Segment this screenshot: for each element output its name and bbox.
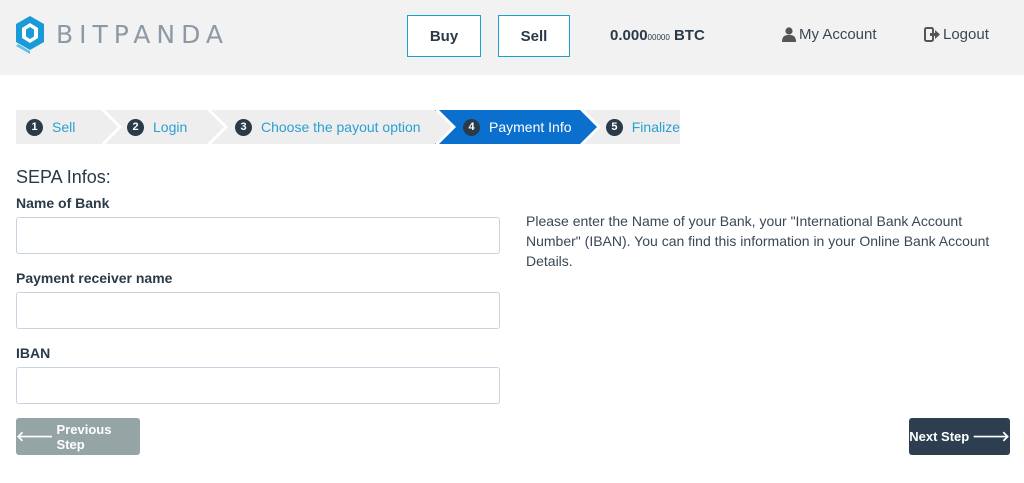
step-payment-info[interactable]: 4 Payment Info <box>435 107 601 147</box>
logout-icon <box>924 27 940 42</box>
next-step-button[interactable]: Next Step 🡒 <box>909 418 1010 455</box>
balance-small-digits: 00000 <box>647 33 670 42</box>
balance-unit: BTC <box>673 27 705 44</box>
step-label: Finalize <box>631 119 680 135</box>
step-number: 1 <box>26 118 43 136</box>
step-label: Choose the payout option <box>261 119 421 135</box>
bitpanda-logo-icon <box>16 16 44 54</box>
balance-main: 0.000 <box>610 27 648 44</box>
brand-name: BITPANDA <box>56 19 229 49</box>
iban-label: IBAN <box>16 345 51 361</box>
step-number: 3 <box>235 118 252 136</box>
wizard-steps: 1 Sell 2 Login 3 Choose the payout optio… <box>16 107 680 147</box>
step-number: 2 <box>127 118 144 136</box>
buy-button[interactable]: Buy <box>407 15 481 57</box>
arrow-left-icon: 🡐 <box>16 428 54 444</box>
step-number: 4 <box>463 118 480 136</box>
next-step-label: Next Step <box>909 429 970 444</box>
step-number: 5 <box>606 118 623 136</box>
bank-name-input[interactable] <box>16 217 500 254</box>
my-account-link[interactable]: My Account <box>782 26 877 43</box>
receiver-name-input[interactable] <box>16 292 500 329</box>
step-label: Login <box>153 119 188 135</box>
bank-name-label: Name of Bank <box>16 195 110 211</box>
step-sell[interactable]: 1 Sell <box>16 107 122 147</box>
step-label: Sell <box>52 119 76 135</box>
previous-step-label: Previous Step <box>56 421 112 452</box>
logout-label: Logout <box>943 26 989 43</box>
bitpanda-logo[interactable]: BITPANDA <box>14 14 229 54</box>
arrow-right-icon: 🡒 <box>972 428 1010 444</box>
btc-balance: 0.00000000 BTC <box>610 27 705 44</box>
step-label: Payment Info <box>489 119 572 135</box>
previous-step-button[interactable]: 🡐 Previous Step <box>16 418 140 455</box>
sell-button[interactable]: Sell <box>498 15 570 57</box>
step-choose-payout[interactable]: 3 Choose the payout option <box>207 107 456 147</box>
help-text: Please enter the Name of your Bank, your… <box>526 213 990 269</box>
my-account-label: My Account <box>799 26 877 43</box>
iban-input[interactable] <box>16 367 500 404</box>
user-icon <box>782 27 796 42</box>
top-header: BITPANDA Buy Sell 0.00000000 BTC My Acco… <box>0 0 1024 75</box>
section-title: SEPA Infos: <box>16 167 111 187</box>
logout-link[interactable]: Logout <box>924 26 989 43</box>
receiver-name-label: Payment receiver name <box>16 270 173 286</box>
